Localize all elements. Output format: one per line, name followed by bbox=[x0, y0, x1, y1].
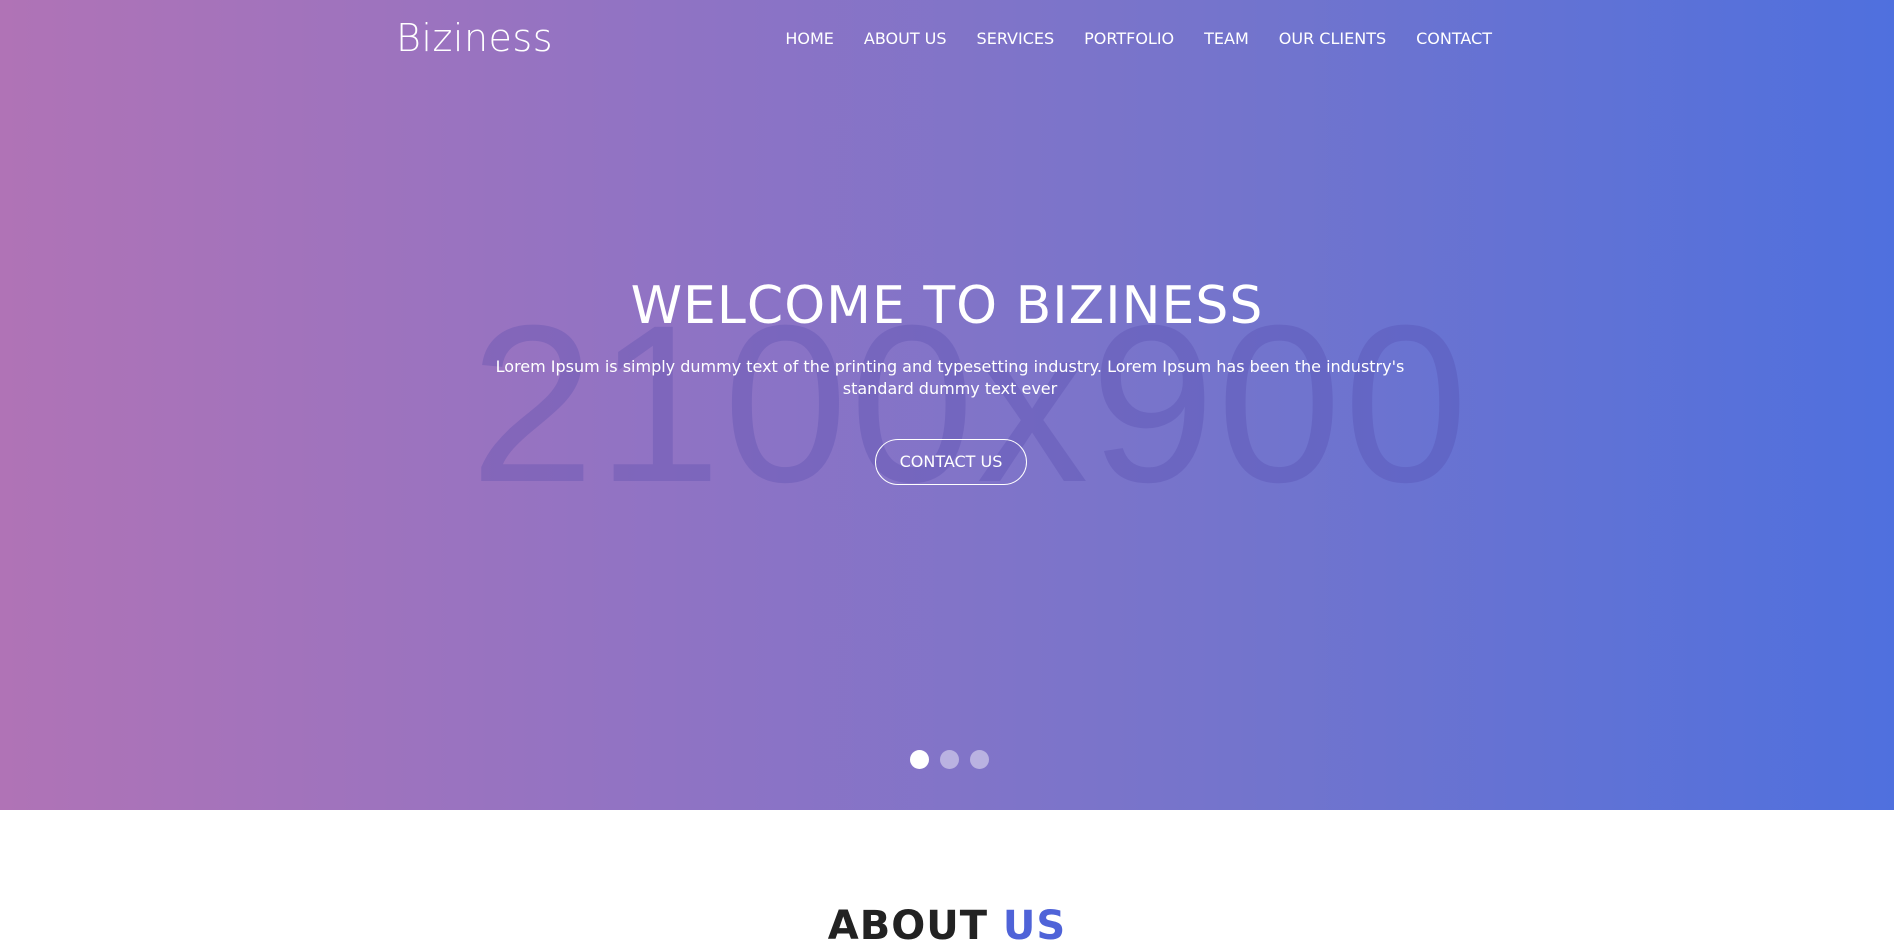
about-title-accent: US bbox=[1002, 903, 1067, 949]
slider-dot-3[interactable] bbox=[970, 750, 989, 769]
main-nav: HOME ABOUT US SERVICES PORTFOLIO TEAM OU… bbox=[755, 29, 1492, 48]
slider-dot-2[interactable] bbox=[940, 750, 959, 769]
brand-logo[interactable]: Biziness bbox=[396, 16, 553, 60]
contact-us-button[interactable]: CONTACT US bbox=[875, 439, 1027, 485]
hero-section: Biziness HOME ABOUT US SERVICES PORTFOLI… bbox=[0, 0, 1894, 810]
slider-pagination bbox=[910, 750, 1000, 769]
nav-item-portfolio[interactable]: PORTFOLIO bbox=[1084, 29, 1174, 48]
nav-item-our-clients[interactable]: OUR CLIENTS bbox=[1279, 29, 1386, 48]
slider-dot-1[interactable] bbox=[910, 750, 929, 769]
about-title-main: ABOUT bbox=[827, 903, 988, 949]
nav-item-contact[interactable]: CONTACT bbox=[1416, 29, 1492, 48]
nav-item-about-us[interactable]: ABOUT US bbox=[864, 29, 947, 48]
about-section-title: ABOUT US bbox=[0, 903, 1894, 949]
nav-item-services[interactable]: SERVICES bbox=[977, 29, 1055, 48]
hero-title: WELCOME TO BIZINESS bbox=[630, 276, 1264, 336]
hero-subtitle: Lorem Ipsum is simply dummy text of the … bbox=[495, 357, 1405, 398]
nav-item-team[interactable]: TEAM bbox=[1204, 29, 1249, 48]
nav-item-home[interactable]: HOME bbox=[785, 29, 834, 48]
